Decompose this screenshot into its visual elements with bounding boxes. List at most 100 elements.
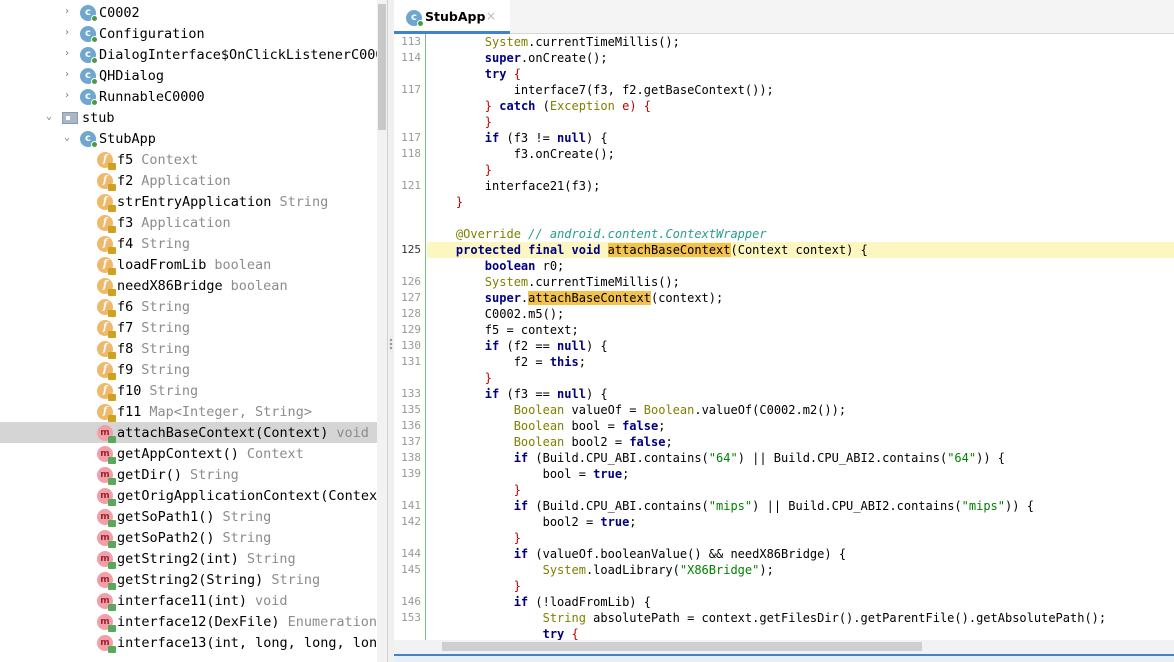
tree-method-item[interactable]: m getSoPath2() String xyxy=(0,527,378,548)
tree-field-item[interactable]: f f8 String xyxy=(0,338,378,359)
code-line[interactable]: } xyxy=(427,530,1174,546)
chevron-right-icon[interactable]: › xyxy=(62,6,72,18)
tree-field-item[interactable]: f f3 Application xyxy=(0,212,378,233)
tree-item-label: attachBaseContext(Context) void xyxy=(117,425,369,441)
horizontal-scrollbar-thumb[interactable] xyxy=(442,642,922,651)
code-line[interactable]: try { xyxy=(427,66,1174,82)
code-line[interactable]: super.attachBaseContext(context); xyxy=(427,290,1174,306)
code-line[interactable]: f2 = this; xyxy=(427,354,1174,370)
tree-method-item[interactable]: m getOrigApplicationContext(Context) xyxy=(0,485,378,506)
tree-field-item[interactable]: f f6 String xyxy=(0,296,378,317)
tree-item-label: loadFromLib boolean xyxy=(117,257,271,273)
code-line[interactable]: interface7(f3, f2.getBaseContext()); xyxy=(427,82,1174,98)
tree-scrollbar[interactable] xyxy=(377,0,387,662)
tree-method-item[interactable]: m getAppContext() Context xyxy=(0,443,378,464)
chevron-right-icon[interactable]: › xyxy=(62,27,72,39)
field-icon: f xyxy=(97,173,116,191)
code-line[interactable]: if (Build.CPU_ABI.contains("64") || Buil… xyxy=(427,450,1174,466)
code-line[interactable]: if (!loadFromLib) { xyxy=(427,594,1174,610)
tree-class-item[interactable]: › c C0002 xyxy=(0,2,378,23)
code-editor[interactable]: c StubApp × 113 114 117 117 118 121 125 126 127 1… xyxy=(394,0,1174,662)
tree-method-item[interactable]: m interface12(DexFile) Enumeration< xyxy=(0,611,378,632)
tree-item-label: getOrigApplicationContext(Context) xyxy=(117,488,378,504)
tree-field-item[interactable]: f strEntryApplication String xyxy=(0,191,378,212)
class-icon: c xyxy=(80,131,98,148)
chevron-right-icon[interactable]: › xyxy=(62,69,72,81)
chevron-right-icon[interactable]: › xyxy=(62,48,72,60)
tree-method-item[interactable]: m attachBaseContext(Context) void xyxy=(0,422,378,443)
project-tree[interactable]: › c C0002 › c Configuration › c DialogInterface$… xyxy=(0,0,388,662)
code-line[interactable]: } xyxy=(427,162,1174,178)
horizontal-scrollbar[interactable] xyxy=(394,640,1174,654)
tree-item-label: C0002 xyxy=(99,5,140,21)
tree-item-label: f10 String xyxy=(117,383,198,399)
code-line[interactable]: bool = true; xyxy=(427,466,1174,482)
close-icon[interactable]: × xyxy=(486,9,496,23)
code-line[interactable] xyxy=(427,210,1174,226)
tree-method-item[interactable]: m getSoPath1() String xyxy=(0,506,378,527)
code-line[interactable]: } xyxy=(427,578,1174,594)
tree-method-item[interactable]: m getString2(int) String xyxy=(0,548,378,569)
code-line[interactable]: } catch (Exception e) { xyxy=(427,98,1174,114)
code-line[interactable]: try { xyxy=(427,626,1174,640)
tab-stubapp[interactable]: c StubApp × xyxy=(394,0,510,34)
code-line[interactable]: if (f2 == null) { xyxy=(427,338,1174,354)
tree-class-item[interactable]: ⌄ c StubApp xyxy=(0,128,378,149)
tree-field-item[interactable]: f f7 String xyxy=(0,317,378,338)
code-line[interactable]: if (f3 == null) { xyxy=(427,386,1174,402)
code-line[interactable]: if (f3 != null) { xyxy=(427,130,1174,146)
tree-field-item[interactable]: f f2 Application xyxy=(0,170,378,191)
tree-field-item[interactable]: f f4 String xyxy=(0,233,378,254)
method-icon: m xyxy=(97,530,116,548)
chevron-down-icon[interactable]: ⌄ xyxy=(44,111,54,123)
tree-class-item[interactable]: › c DialogInterface$OnClickListenerC0000 xyxy=(0,44,378,65)
tree-method-item[interactable]: m getString2(String) String xyxy=(0,569,378,590)
code-line[interactable]: System.currentTimeMillis(); xyxy=(427,34,1174,50)
code-line[interactable]: @Override // android.content.ContextWrap… xyxy=(427,226,1174,242)
code-line[interactable]: bool2 = true; xyxy=(427,514,1174,530)
code-line[interactable]: Boolean bool = false; xyxy=(427,418,1174,434)
code-line[interactable]: } xyxy=(427,194,1174,210)
tree-class-item[interactable]: › c QHDialog xyxy=(0,65,378,86)
code-line[interactable]: f5 = context; xyxy=(427,322,1174,338)
code-line[interactable]: Boolean valueOf = Boolean.valueOf(C0002.… xyxy=(427,402,1174,418)
code-line[interactable]: interface21(f3); xyxy=(427,178,1174,194)
tree-method-item[interactable]: m getDir() String xyxy=(0,464,378,485)
chevron-right-icon[interactable]: › xyxy=(62,90,72,102)
code-line[interactable]: System.loadLibrary("X86Bridge"); xyxy=(427,562,1174,578)
tree-class-item[interactable]: › c RunnableC0000 xyxy=(0,86,378,107)
tree-method-item[interactable]: m interface13(int, long, long, long xyxy=(0,632,378,653)
code-line[interactable]: System.currentTimeMillis(); xyxy=(427,274,1174,290)
tree-field-item[interactable]: f f11 Map<Integer, String> xyxy=(0,401,378,422)
code-line[interactable]: Boolean bool2 = false; xyxy=(427,434,1174,450)
tree-method-item[interactable]: m interface11(int) void xyxy=(0,590,378,611)
code-line[interactable]: } xyxy=(427,114,1174,130)
code-line[interactable]: boolean r0; xyxy=(427,258,1174,274)
code-line[interactable]: } xyxy=(427,370,1174,386)
code-area[interactable]: System.currentTimeMillis(); super.onCrea… xyxy=(427,34,1174,640)
tree-item-type: Enumeration< xyxy=(287,613,378,630)
current-code-line[interactable]: protected final void attachBaseContext(C… xyxy=(427,242,1174,258)
tree-field-item[interactable]: f f5 Context xyxy=(0,149,378,170)
tree-field-item[interactable]: f f10 String xyxy=(0,380,378,401)
tree-item-name: f2 xyxy=(117,172,134,189)
tree-class-item[interactable]: › c Configuration xyxy=(0,23,378,44)
line-number: 117 xyxy=(401,131,421,144)
code-line[interactable]: if (valueOf.booleanValue() && needX86Bri… xyxy=(427,546,1174,562)
tree-package-item[interactable]: ⌄ stub xyxy=(0,107,378,128)
tree-field-item[interactable]: f f9 String xyxy=(0,359,378,380)
code-token: interface7(f3, f2.getBaseContext()); xyxy=(427,83,774,97)
code-line[interactable]: C0002.m5(); xyxy=(427,306,1174,322)
tree-field-item[interactable]: f needX86Bridge boolean xyxy=(0,275,378,296)
tree-field-item[interactable]: f loadFromLib boolean xyxy=(0,254,378,275)
code-line[interactable]: super.onCreate(); xyxy=(427,50,1174,66)
code-line[interactable]: if (Build.CPU_ABI.contains("mips") || Bu… xyxy=(427,498,1174,514)
tree-item-label: f3 Application xyxy=(117,215,231,231)
code-line[interactable]: } xyxy=(427,482,1174,498)
code-token: )) { xyxy=(976,451,1006,465)
chevron-down-icon[interactable]: ⌄ xyxy=(62,132,72,144)
code-line[interactable]: f3.onCreate(); xyxy=(427,146,1174,162)
tree-scrollbar-thumb[interactable] xyxy=(378,4,386,130)
code-line[interactable]: String absolutePath = context.getFilesDi… xyxy=(427,610,1174,626)
